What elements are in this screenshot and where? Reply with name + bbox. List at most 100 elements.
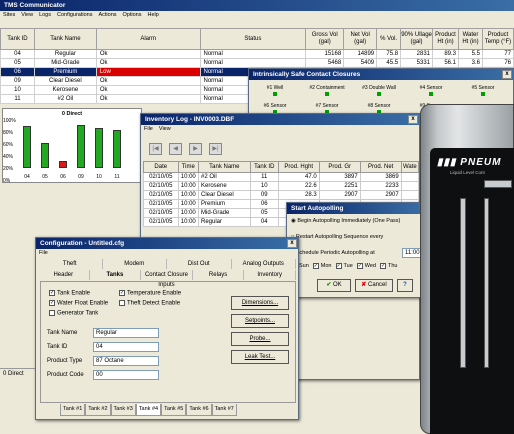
menu-item[interactable]: Logs bbox=[39, 12, 51, 18]
cancel-label: Cancel bbox=[368, 282, 387, 288]
option-restart[interactable]: ○ Restart Autopolling Sequence every bbox=[291, 234, 383, 240]
temperature-enable-check[interactable]: ✓ Temperature Enable bbox=[119, 290, 181, 297]
config-tab[interactable]: Dist Out bbox=[167, 259, 232, 269]
device-panel bbox=[430, 148, 514, 434]
product-type-select[interactable]: 87 Octane bbox=[93, 356, 159, 366]
config-tab[interactable]: Relays bbox=[193, 270, 245, 280]
config-tab[interactable]: Tanks bbox=[90, 270, 142, 280]
table-row[interactable]: 05 Mid-Grade Ok Normal 5468 5409 45.5 5331 56.1 3… bbox=[0, 58, 514, 68]
y-tick-label: 20% bbox=[3, 166, 14, 172]
theft-detect-check[interactable]: Theft Detect Enable bbox=[119, 300, 180, 307]
x-tick-label: 04 bbox=[24, 174, 30, 180]
column-header[interactable]: Prod. Hght bbox=[277, 161, 320, 173]
menu-item[interactable]: Help bbox=[147, 12, 158, 18]
menu-item[interactable]: Sites bbox=[3, 12, 15, 18]
cell-ullage: 5331 bbox=[400, 58, 434, 68]
close-icon[interactable]: x bbox=[502, 70, 512, 79]
option-immediate[interactable]: ◉ Begin Autopolling Immediately (One Pas… bbox=[291, 218, 400, 224]
nav-button[interactable]: ◀ bbox=[169, 143, 182, 155]
device-display-right bbox=[484, 198, 489, 368]
tank-tab[interactable]: Tank #5 bbox=[161, 404, 187, 416]
tank-tab[interactable]: Tank #1 bbox=[60, 404, 86, 416]
menu-item[interactable]: File bbox=[39, 250, 48, 256]
column-header[interactable]: Prod. Net bbox=[359, 161, 402, 173]
nav-button[interactable]: ▶| bbox=[209, 143, 222, 155]
column-header[interactable]: Tank Name bbox=[33, 28, 97, 50]
day-checkbox[interactable]: ✓ Thu bbox=[380, 263, 397, 269]
tank-tab[interactable]: Tank #4 bbox=[135, 404, 162, 416]
menu-item[interactable]: View bbox=[159, 126, 171, 132]
config-tab[interactable]: Theft bbox=[38, 259, 103, 269]
column-header[interactable]: Status bbox=[199, 28, 307, 50]
config-tab[interactable]: Inventory bbox=[244, 270, 296, 280]
chart-bar bbox=[59, 161, 67, 168]
day-checkbox[interactable]: ✓ Wed bbox=[356, 263, 376, 269]
checkbox-icon bbox=[119, 300, 125, 306]
cell-ht: 56.1 bbox=[432, 58, 459, 68]
day-label: Mon bbox=[320, 263, 332, 270]
close-icon[interactable]: x bbox=[408, 115, 418, 124]
menu-item[interactable]: Options bbox=[123, 12, 142, 18]
table-row[interactable]: 02/10/05 10:00 Kerosene 10 22.6 2251 2233 bbox=[143, 181, 420, 191]
tank-id-input[interactable]: 04 bbox=[93, 342, 159, 352]
column-header[interactable]: Time bbox=[177, 161, 199, 173]
cancel-button[interactable]: ✘ Cancel bbox=[355, 279, 393, 292]
column-header[interactable]: Net Vol (gal) bbox=[343, 28, 378, 50]
product-code-input[interactable]: 00 bbox=[93, 370, 159, 380]
contact-closure-indicator: #4 Sensor bbox=[411, 85, 451, 96]
leak-test-button[interactable]: Leak Test... bbox=[231, 350, 289, 364]
tank-enable-check[interactable]: ✓ Tank Enable bbox=[49, 290, 90, 297]
table-row[interactable]: 02/10/05 10:00 #2 Oil 11 47.0 3897 3869 bbox=[143, 172, 420, 182]
column-header[interactable]: Tank ID bbox=[249, 161, 279, 173]
column-header[interactable]: Tank ID bbox=[0, 28, 35, 50]
option-schedule[interactable]: ○ Schedule Periodic Autopolling at bbox=[291, 250, 375, 256]
dimensions-button[interactable]: Dimensions... bbox=[231, 296, 289, 310]
menu-item[interactable]: Actions bbox=[98, 12, 116, 18]
menu-item[interactable]: File bbox=[144, 126, 153, 132]
cell-id: 04 bbox=[0, 49, 35, 59]
day-checkbox[interactable]: ✓ Tue bbox=[335, 263, 353, 269]
tank-enable-label: Tank Enable bbox=[57, 290, 91, 297]
probe-button[interactable]: Probe... bbox=[231, 332, 289, 346]
tank-name-select[interactable]: Regular bbox=[93, 328, 159, 338]
cell-id: 09 bbox=[0, 76, 35, 86]
config-tab[interactable]: Modem bbox=[103, 259, 167, 269]
close-icon[interactable]: x bbox=[287, 239, 297, 248]
tank-tab[interactable]: Tank #7 bbox=[211, 404, 237, 416]
cell: Mid-Grade bbox=[197, 208, 251, 218]
ok-button[interactable]: ✔ OK bbox=[317, 279, 351, 292]
cell-net: 5409 bbox=[343, 58, 378, 68]
tank-tab[interactable]: Tank #6 bbox=[186, 404, 212, 416]
config-tab[interactable]: Analog Outputs bbox=[232, 259, 296, 269]
column-header[interactable]: Gross Vol (gal) bbox=[305, 28, 345, 50]
column-header[interactable]: % Vol. bbox=[376, 28, 402, 50]
contact-closure-indicator: #2 Containment bbox=[307, 85, 347, 96]
help-button[interactable]: ? bbox=[397, 279, 413, 292]
column-header[interactable]: Date bbox=[143, 161, 179, 173]
y-tick-label: 80% bbox=[3, 130, 14, 136]
generator-tank-check[interactable]: Generator Tank bbox=[49, 310, 98, 317]
tank-tab[interactable]: Tank #2 bbox=[85, 404, 111, 416]
day-checkbox[interactable]: ✓ Mon bbox=[312, 263, 332, 270]
column-header[interactable]: Alarm bbox=[95, 28, 201, 50]
menu-item[interactable]: Configurations bbox=[57, 12, 92, 18]
column-header[interactable]: Water Ht (in) bbox=[458, 28, 483, 50]
table-row[interactable]: 04 Regular Ok Normal 15168 14899 75.8 2831 89.3 5… bbox=[0, 49, 514, 59]
column-header[interactable]: Prod. Gr bbox=[318, 161, 361, 173]
column-header[interactable]: Tank Name bbox=[197, 161, 251, 173]
nav-button[interactable]: ▶ bbox=[189, 143, 202, 155]
nav-button[interactable]: |◀ bbox=[149, 143, 162, 155]
tank-tab[interactable]: Tank #3 bbox=[110, 404, 136, 416]
column-header[interactable]: Product Ht (in) bbox=[432, 28, 459, 50]
config-tab[interactable]: Header bbox=[38, 270, 90, 280]
column-header[interactable]: Product Temp (°F) bbox=[481, 28, 514, 50]
temperature-enable-label: Temperature Enable bbox=[127, 290, 182, 297]
column-header[interactable]: Wate bbox=[400, 161, 420, 173]
setpoints-button[interactable]: Setpoints... bbox=[231, 314, 289, 328]
column-header[interactable]: 90% Ullage (gal) bbox=[400, 28, 434, 50]
config-tab[interactable]: Contact Closure Inputs bbox=[141, 270, 193, 288]
table-row[interactable]: 02/10/05 10:00 Clear Diesel 09 28.3 2907 2907 bbox=[143, 190, 420, 200]
menu-item[interactable]: View bbox=[21, 12, 33, 18]
water-float-check[interactable]: ✓ Water Float Enable bbox=[49, 300, 108, 307]
chart-bar bbox=[95, 128, 103, 168]
